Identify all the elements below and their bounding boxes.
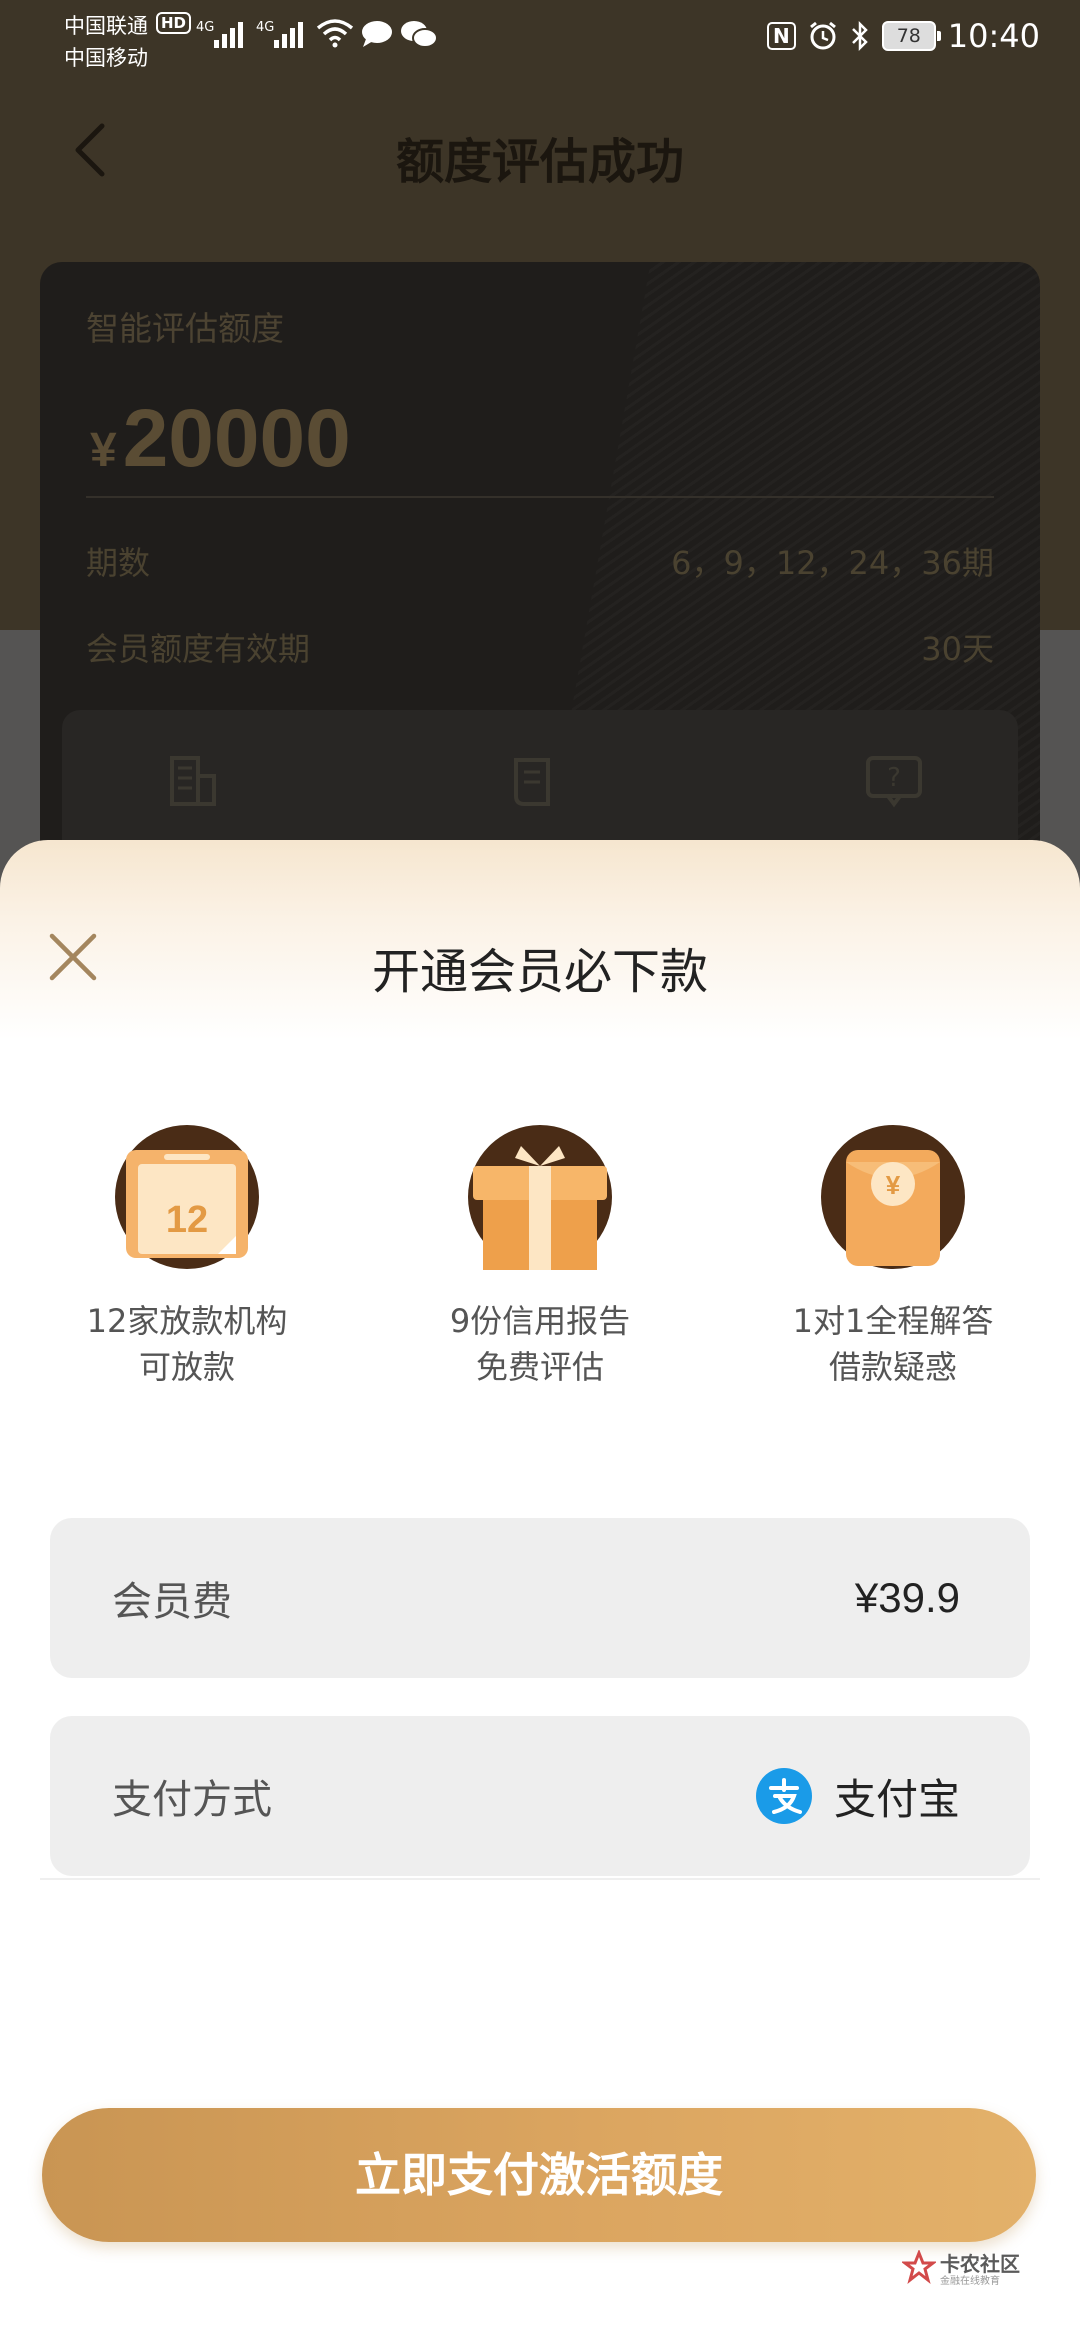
watermark-sub: 金融在线教育 — [940, 2276, 1000, 2287]
wechat-icon — [401, 21, 438, 48]
payment-method-row[interactable]: 支付方式 支付宝 — [50, 1716, 1030, 1876]
clock-time: 10:40 — [947, 17, 1040, 55]
hd-badge: HD — [156, 12, 192, 34]
sheet-title: 开通会员必下款 — [371, 944, 708, 1000]
red-envelope-yen-icon: ¥ — [821, 1125, 965, 1269]
currency-symbol: ¥ — [90, 424, 117, 477]
benefits-row: 12 12家放款机构 可放款 9份信用报告 免费评估 ¥ 1对1全程解答 借款疑… — [0, 1124, 1080, 1424]
payment-value-group: 支付宝 — [755, 1766, 960, 1827]
watermark: 卡农社区 金融在线教育 — [902, 2248, 1032, 2288]
payment-value: 支付宝 — [833, 1775, 960, 1823]
alarm-icon — [809, 21, 836, 50]
svg-text:12: 12 — [166, 1199, 208, 1241]
quota-label: 智能评估额度 — [86, 309, 284, 348]
amount-value: 20000 — [122, 393, 351, 484]
status-bar: 中国联通 HD 中国移动 4G 4G N 78 10:40 — [0, 0, 1080, 80]
signal-icon — [214, 18, 250, 48]
svg-text:¥: ¥ — [886, 1170, 901, 1200]
benefit-line-1: 12家放款机构 — [86, 1302, 288, 1340]
network-2-label: 4G — [256, 20, 275, 35]
carrier-2-label: 中国移动 — [64, 46, 148, 70]
carrier-1-label: 中国联通 — [64, 14, 148, 38]
periods-value: 6，9，12，24，36期 — [671, 544, 994, 582]
scroll-icon — [514, 758, 550, 806]
benefit-line-1: 9份信用报告 — [449, 1302, 631, 1340]
nfc-icon: N — [767, 22, 796, 50]
pay-activate-button[interactable]: 立即支付激活额度 — [42, 2108, 1036, 2242]
bluetooth-icon — [851, 20, 868, 52]
benefit-line-2: 可放款 — [138, 1348, 235, 1386]
fee-label: 会员费 — [112, 1579, 232, 1625]
message-icon — [362, 21, 392, 47]
battery-icon: 78 — [881, 21, 941, 51]
benefit-line-1: 1对1全程解答 — [792, 1302, 994, 1340]
benefit-line-2: 免费评估 — [475, 1348, 604, 1386]
validity-label: 会员额度有效期 — [86, 630, 311, 668]
signal-icon — [274, 18, 310, 48]
benefit-consulting: ¥ 1对1全程解答 借款疑惑 — [733, 1124, 1053, 1390]
fee-value: ¥39.9 — [854, 1574, 960, 1621]
building-icon — [170, 756, 216, 806]
divider — [86, 496, 994, 498]
benefit-text: 9份信用报告 免费评估 — [380, 1298, 700, 1390]
kanong-logo-icon — [902, 2250, 936, 2284]
alipay-icon — [755, 1768, 812, 1824]
gift-icon — [468, 1125, 612, 1270]
svg-text:?: ? — [887, 763, 901, 793]
membership-fee-row: 会员费 ¥39.9 — [50, 1518, 1030, 1678]
quota-amount: ¥20000 — [90, 392, 351, 486]
benefit-lenders: 12 12家放款机构 可放款 — [27, 1124, 347, 1390]
status-right-group: N 78 10:40 — [767, 14, 1040, 58]
network-1-label: 4G — [196, 20, 215, 35]
benefit-credit-reports: 9份信用报告 免费评估 — [380, 1124, 700, 1390]
benefit-text: 12家放款机构 可放款 — [27, 1298, 347, 1390]
quota-card: 智能评估额度 ¥20000 期数 6，9，12，24，36期 会员额度有效期 3… — [40, 262, 1040, 902]
validity-row: 会员额度有效期 30天 — [86, 624, 994, 670]
wifi-icon — [316, 19, 354, 48]
membership-sheet: 开通会员必下款 12 12家放款机构 可放款 9份信用报告 免费评估 ¥ 1对1… — [0, 840, 1080, 2340]
benefit-line-2: 借款疑惑 — [828, 1348, 957, 1386]
benefit-text: 1对1全程解答 借款疑惑 — [733, 1298, 1053, 1390]
page-title: 额度评估成功 — [395, 134, 684, 190]
periods-label: 期数 — [86, 544, 151, 582]
periods-row: 期数 6，9，12，24，36期 — [86, 538, 994, 584]
calendar-12-icon: 12 — [115, 1125, 259, 1269]
validity-value: 30天 — [921, 630, 994, 668]
question-chat-icon: ? — [866, 756, 922, 808]
payment-label: 支付方式 — [112, 1777, 272, 1823]
divider — [40, 1878, 1040, 1880]
